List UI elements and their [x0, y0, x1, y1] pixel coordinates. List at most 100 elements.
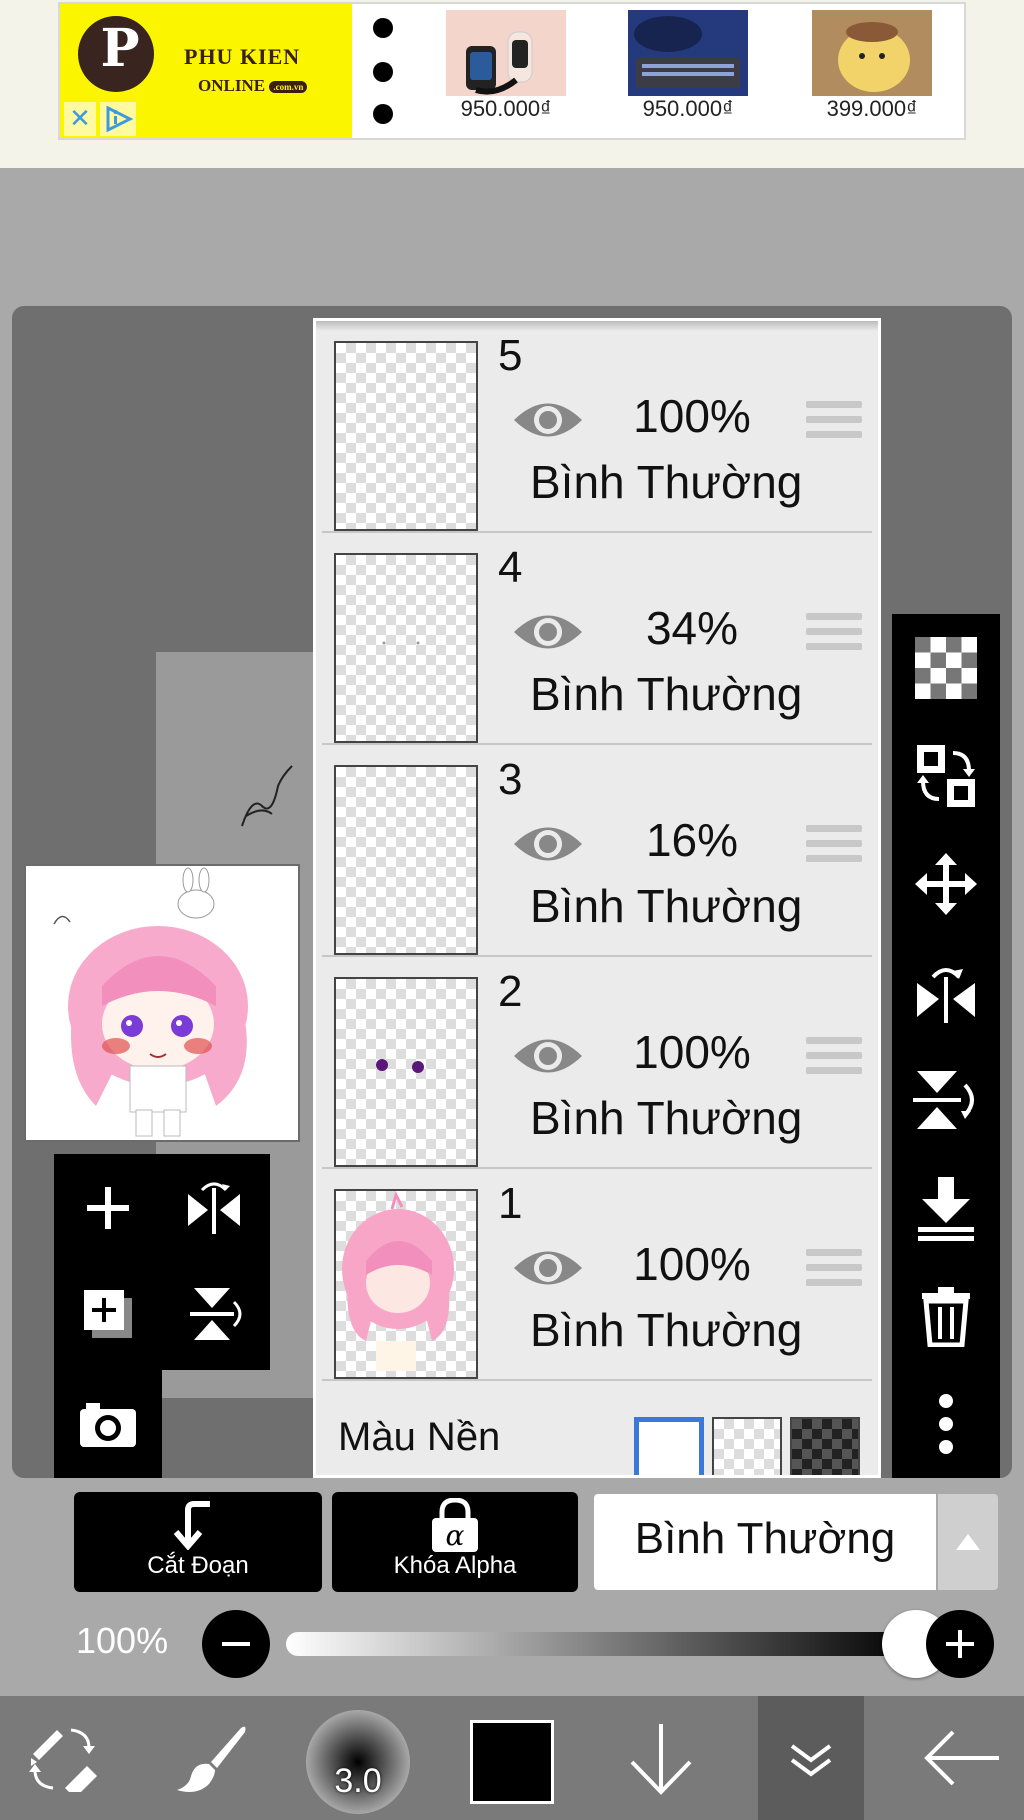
- duplicate-layer-button[interactable]: [68, 1274, 148, 1354]
- background-swatch-dark[interactable]: [790, 1417, 860, 1475]
- ad-menu-dot: [373, 18, 393, 38]
- flip-vertical-icon: [913, 1071, 974, 1129]
- layer-thumbnail[interactable]: [334, 553, 478, 743]
- ad-banner[interactable]: P PHU KIEN ONLINE .com.vn ✕ 950.000₫ 950…: [0, 0, 1024, 168]
- layer-tools-panel-extra: [54, 1370, 162, 1478]
- alpha-lock-button[interactable]: α Khóa Alpha: [332, 1492, 578, 1592]
- ad-product-image-smartwatch[interactable]: [446, 10, 566, 96]
- layer-number: 2: [498, 967, 523, 1016]
- checkerboard-icon: [915, 637, 977, 699]
- trash-icon: [922, 1287, 970, 1347]
- ad-brand-online: ONLINE: [198, 76, 266, 95]
- ad-logo-letter: P: [100, 18, 140, 79]
- move-button[interactable]: [892, 830, 1000, 938]
- ad-product-image-warmer[interactable]: [812, 10, 932, 96]
- layer-opacity[interactable]: 100%: [592, 1237, 792, 1291]
- layer-opacity-label: 100%: [76, 1620, 169, 1661]
- flip-vertical-button[interactable]: [174, 1274, 254, 1354]
- blend-mode-select[interactable]: Bình Thường: [594, 1494, 936, 1590]
- layer-blend-mode[interactable]: Bình Thường: [530, 1091, 802, 1145]
- layer-drag-handle-icon[interactable]: [806, 401, 862, 447]
- clipping-button[interactable]: Cắt Đoạn: [74, 1492, 322, 1592]
- layer-row-1[interactable]: 1 100% Bình Thường: [322, 1169, 872, 1381]
- ad-product-price[interactable]: 950.000₫: [436, 96, 576, 122]
- blend-mode-dropdown-button[interactable]: [938, 1494, 998, 1590]
- paintbrush-icon: [177, 1726, 246, 1792]
- layer-opacity[interactable]: 34%: [592, 601, 792, 655]
- flip-horizontal-layer-button[interactable]: [892, 938, 1000, 1046]
- more-options-button[interactable]: [892, 1370, 1000, 1478]
- caret-up-icon: [956, 1534, 980, 1550]
- layer-blend-mode[interactable]: Bình Thường: [530, 455, 802, 509]
- layers-list[interactable]: 5 100% Bình Thường 4 34% Bình Thường 3 1…: [316, 321, 878, 1475]
- opacity-increase-button[interactable]: [926, 1610, 994, 1678]
- layer-down-button[interactable]: [606, 1696, 716, 1820]
- layer-drag-handle-icon[interactable]: [806, 613, 862, 659]
- ad-brand-badge: .com.vn: [269, 81, 308, 94]
- layer-thumbnail[interactable]: [334, 765, 478, 955]
- layer-row-4[interactable]: 4 34% Bình Thường: [322, 533, 872, 745]
- layers-menu-button[interactable]: [758, 1696, 864, 1820]
- layer-thumbnail[interactable]: [334, 341, 478, 531]
- layer-number: 1: [498, 1179, 523, 1228]
- flip-vertical-layer-button[interactable]: [892, 1046, 1000, 1154]
- svg-text:α: α: [446, 1519, 465, 1552]
- layer-drag-handle-icon[interactable]: [806, 825, 862, 871]
- clipping-arrow-icon: [173, 1501, 210, 1550]
- ad-product-image-audio[interactable]: [628, 10, 748, 96]
- camera-icon: [80, 1403, 136, 1447]
- alpha-lock-label: Khóa Alpha: [393, 1552, 517, 1579]
- canvas-preview-thumbnail[interactable]: [24, 864, 300, 1142]
- layer-drag-handle-icon[interactable]: [806, 1249, 862, 1295]
- double-chevron-down-icon: [790, 1744, 832, 1777]
- transparency-button[interactable]: [892, 614, 1000, 722]
- delete-layer-button[interactable]: [892, 1262, 1000, 1370]
- layers-panel[interactable]: 5 100% Bình Thường 4 34% Bình Thường 3 1…: [313, 318, 881, 1478]
- back-button[interactable]: [906, 1696, 1016, 1820]
- layer-thumbnail-image: [342, 1190, 454, 1371]
- chibi-drawing-image: [53, 867, 248, 1137]
- brush-eraser-toggle-button[interactable]: [8, 1696, 118, 1820]
- brush-size-value: 3.0: [334, 1762, 382, 1800]
- layer-row-3[interactable]: 3 16% Bình Thường: [322, 745, 872, 957]
- visibility-eye-icon[interactable]: [510, 607, 586, 657]
- add-layer-button[interactable]: [68, 1168, 148, 1248]
- layer-drag-handle-icon[interactable]: [806, 1037, 862, 1083]
- ad-product-price[interactable]: 950.000₫: [618, 96, 758, 122]
- opacity-slider-track[interactable]: [286, 1632, 916, 1656]
- visibility-eye-icon[interactable]: [510, 1243, 586, 1293]
- ad-choices-icon[interactable]: [100, 102, 136, 136]
- ad-menu-dot: [373, 104, 393, 124]
- merge-down-button[interactable]: [892, 1154, 1000, 1262]
- brush-tool-button[interactable]: [156, 1696, 266, 1820]
- swap-layer-button[interactable]: [892, 722, 1000, 830]
- ad-product-price[interactable]: 399.000₫: [802, 96, 942, 122]
- layer-blend-mode[interactable]: Bình Thường: [530, 1303, 802, 1357]
- layer-opacity[interactable]: 100%: [592, 1025, 792, 1079]
- color-picker-swatch[interactable]: [470, 1720, 554, 1804]
- plus-icon: [946, 1630, 974, 1658]
- layer-thumbnail[interactable]: [334, 977, 478, 1167]
- layer-blend-mode[interactable]: Bình Thường: [530, 879, 802, 933]
- layer-number: 5: [498, 331, 523, 380]
- background-swatch-white[interactable]: [634, 1417, 704, 1475]
- flip-horizontal-button[interactable]: [174, 1168, 254, 1248]
- layer-row-5[interactable]: 5 100% Bình Thường: [322, 321, 872, 533]
- plus-icon: [87, 1187, 129, 1229]
- visibility-eye-icon[interactable]: [510, 819, 586, 869]
- ad-close-icon[interactable]: ✕: [64, 102, 96, 136]
- brush-size-button[interactable]: 3.0: [306, 1710, 410, 1814]
- layer-thumbnail[interactable]: [334, 1189, 478, 1379]
- import-photo-button[interactable]: [68, 1384, 148, 1464]
- background-swatch-transparent[interactable]: [712, 1417, 782, 1475]
- layer-row-2[interactable]: 2 100% Bình Thường: [322, 957, 872, 1169]
- layer-opacity[interactable]: 100%: [592, 389, 792, 443]
- opacity-decrease-button[interactable]: [202, 1610, 270, 1678]
- ad-logo[interactable]: P PHU KIEN ONLINE .com.vn ✕: [60, 4, 352, 138]
- visibility-eye-icon[interactable]: [510, 395, 586, 445]
- layer-opacity[interactable]: 16%: [592, 813, 792, 867]
- ad-brand-name: PHU KIEN: [184, 44, 301, 69]
- alpha-lock-icon: α: [432, 1498, 478, 1552]
- layer-blend-mode[interactable]: Bình Thường: [530, 667, 802, 721]
- visibility-eye-icon[interactable]: [510, 1031, 586, 1081]
